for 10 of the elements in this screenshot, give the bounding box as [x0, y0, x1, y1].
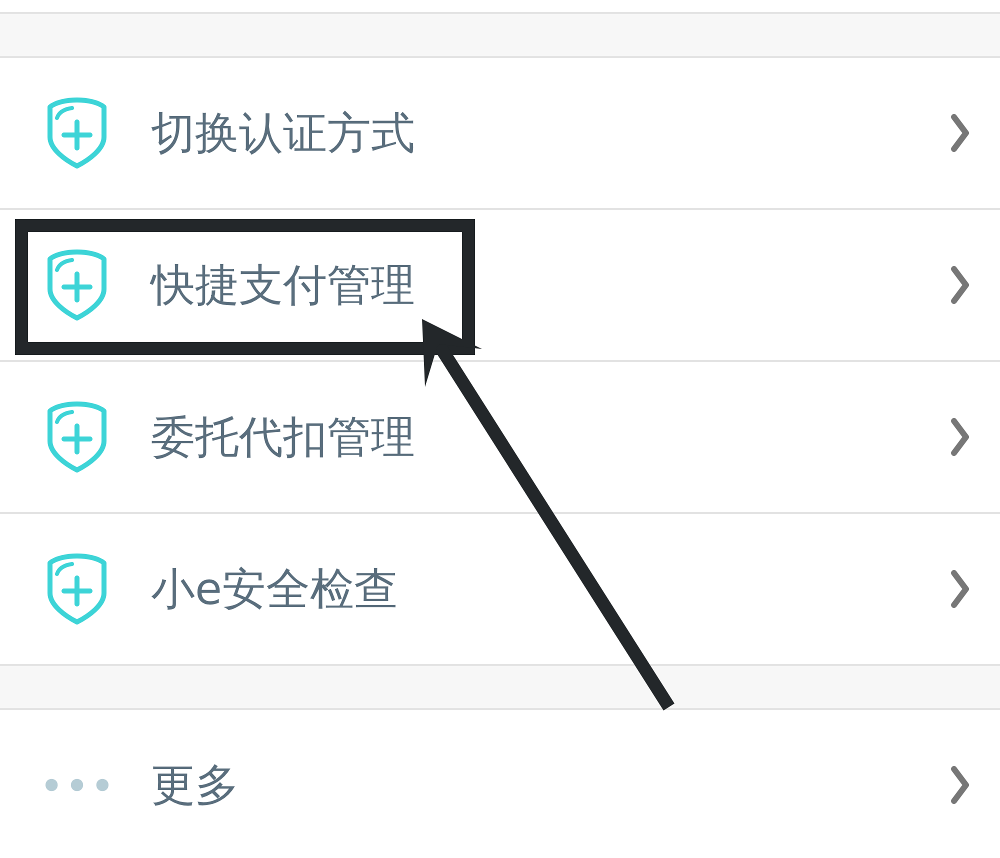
- shield-plus-icon: [45, 97, 109, 169]
- shield-plus-icon: [45, 553, 109, 625]
- more-icon: [45, 778, 109, 792]
- chevron-right-icon: [950, 765, 970, 805]
- chevron-right-icon: [950, 113, 970, 153]
- chevron-right-icon: [950, 265, 970, 305]
- shield-plus-icon: [45, 249, 109, 321]
- chevron-right-icon: [950, 417, 970, 457]
- chevron-right-icon: [950, 569, 970, 609]
- shield-plus-icon: [45, 401, 109, 473]
